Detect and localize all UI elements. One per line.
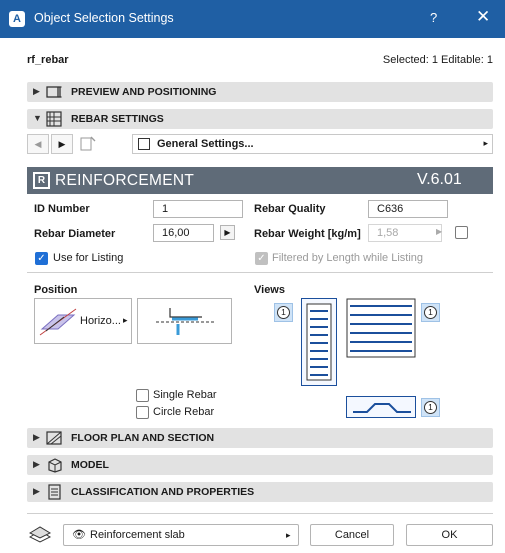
chevron-right-icon: ▶ bbox=[33, 486, 40, 496]
page-dropdown[interactable]: General Settings... ▸ bbox=[132, 134, 493, 154]
position-mode-selector[interactable]: Horizo... ▸ bbox=[34, 298, 132, 344]
window-title: Object Selection Settings bbox=[34, 11, 174, 25]
rebar-section-icon bbox=[353, 403, 411, 413]
use-for-listing-checkbox[interactable]: ✓ bbox=[35, 252, 48, 265]
id-number-input[interactable]: 1 bbox=[153, 200, 243, 218]
filtered-by-length-checkbox[interactable]: ✓ bbox=[255, 252, 268, 265]
chevron-right-icon: ▶ bbox=[33, 459, 40, 469]
placement-preview[interactable] bbox=[137, 298, 232, 344]
preview-icon bbox=[46, 86, 62, 98]
section-label: CLASSIFICATION AND PROPERTIES bbox=[71, 486, 255, 498]
rebar-placement-icon bbox=[156, 308, 216, 335]
selection-status: Selected: 1 Editable: 1 bbox=[382, 54, 493, 66]
banner-version: V.6.01 bbox=[417, 171, 462, 188]
previous-page-button[interactable]: ◀ bbox=[27, 134, 49, 154]
weight-override-checkbox[interactable] bbox=[455, 226, 468, 239]
section-classification[interactable]: ▶ CLASSIFICATION AND PROPERTIES bbox=[27, 482, 493, 502]
page-dropdown-label: General Settings... bbox=[157, 138, 254, 150]
view-number-badge: 1 bbox=[424, 306, 437, 319]
reinforcement-logo: R bbox=[33, 172, 50, 189]
layer-dropdown[interactable]: 👁 Reinforcement slab ▸ bbox=[63, 524, 299, 546]
help-button[interactable]: ? bbox=[430, 10, 437, 25]
section-floor-plan[interactable]: ▶ FLOOR PLAN AND SECTION bbox=[27, 428, 493, 448]
layer-stack-icon bbox=[28, 526, 52, 543]
view-number-badge: 1 bbox=[277, 306, 290, 319]
filtered-by-length-label: Filtered by Length while Listing bbox=[272, 252, 424, 264]
chevron-right-icon: ▸ bbox=[286, 530, 291, 540]
position-mode-label: Horizo... bbox=[80, 315, 121, 327]
horizontal-rebar-icon bbox=[39, 308, 77, 336]
rebar-weight-label: Rebar Weight [kg/m] bbox=[254, 228, 361, 240]
chevron-right-icon: ▸ bbox=[123, 315, 128, 325]
section-label: REBAR SETTINGS bbox=[71, 113, 164, 125]
section-label: FLOOR PLAN AND SECTION bbox=[71, 432, 215, 444]
view-selector-plan[interactable]: 1 bbox=[421, 303, 440, 322]
object-name: rf_rebar bbox=[27, 54, 69, 66]
position-heading: Position bbox=[34, 284, 78, 296]
rebar-icon bbox=[46, 111, 62, 127]
classification-icon bbox=[48, 484, 61, 500]
chevron-right-icon: ▸ bbox=[483, 138, 488, 148]
rebar-side-view-icon bbox=[306, 303, 332, 381]
divider bbox=[27, 272, 493, 273]
section-rebar-settings[interactable]: ▼ REBAR SETTINGS bbox=[27, 109, 493, 129]
weight-arrow-icon: ▶ bbox=[436, 227, 443, 236]
model-icon bbox=[48, 458, 62, 473]
id-number-label: ID Number bbox=[34, 203, 90, 215]
section-preview-positioning[interactable]: ▶ PREVIEW AND POSITIONING bbox=[27, 82, 493, 102]
diameter-dropdown-button[interactable]: ▶ bbox=[220, 225, 235, 240]
view-selector-side[interactable]: 1 bbox=[274, 303, 293, 322]
close-button[interactable]: ✕ bbox=[476, 7, 490, 27]
list-icon bbox=[138, 138, 150, 150]
eye-icon: 👁 bbox=[72, 529, 86, 541]
archicad-icon: A bbox=[9, 11, 25, 27]
cancel-button[interactable]: Cancel bbox=[310, 524, 394, 546]
single-rebar-label: Single Rebar bbox=[153, 389, 217, 401]
rebar-plan-view-icon[interactable] bbox=[346, 298, 416, 358]
views-heading: Views bbox=[254, 284, 285, 296]
favorites-icon[interactable] bbox=[79, 136, 97, 152]
title-bar: A Object Selection Settings ? ✕ bbox=[0, 0, 505, 38]
chevron-down-icon: ▼ bbox=[33, 113, 42, 123]
section-label: MODEL bbox=[71, 459, 109, 471]
view-selector-section[interactable]: 1 bbox=[421, 398, 440, 417]
reinforcement-banner: R REINFORCEMENT V.6.01 bbox=[27, 167, 493, 194]
rebar-diameter-label: Rebar Diameter bbox=[34, 228, 116, 240]
rebar-diameter-input[interactable]: 16,00 bbox=[153, 224, 214, 242]
rebar-weight-input[interactable]: 1,58 bbox=[368, 224, 442, 242]
circle-rebar-label: Circle Rebar bbox=[153, 406, 215, 418]
ok-button[interactable]: OK bbox=[406, 524, 493, 546]
floor-plan-icon bbox=[46, 431, 62, 445]
page-navigator: ◀ ▶ General Settings... ▸ bbox=[27, 134, 493, 156]
chevron-right-icon: ▶ bbox=[33, 432, 40, 442]
rebar-quality-label: Rebar Quality bbox=[254, 203, 326, 215]
divider bbox=[27, 513, 493, 514]
use-for-listing-label: Use for Listing bbox=[53, 252, 124, 264]
section-label: PREVIEW AND POSITIONING bbox=[71, 86, 217, 98]
layer-name: Reinforcement slab bbox=[90, 529, 185, 541]
banner-title: REINFORCEMENT bbox=[55, 172, 195, 189]
rebar-quality-input[interactable]: C636 bbox=[368, 200, 448, 218]
next-page-button[interactable]: ▶ bbox=[51, 134, 73, 154]
view-number-badge: 1 bbox=[424, 401, 437, 414]
side-view-preview[interactable] bbox=[301, 298, 337, 386]
chevron-right-icon: ▶ bbox=[33, 86, 40, 96]
section-model[interactable]: ▶ MODEL bbox=[27, 455, 493, 475]
section-view-preview[interactable] bbox=[346, 396, 416, 418]
single-rebar-checkbox[interactable] bbox=[136, 389, 149, 402]
circle-rebar-checkbox[interactable] bbox=[136, 406, 149, 419]
